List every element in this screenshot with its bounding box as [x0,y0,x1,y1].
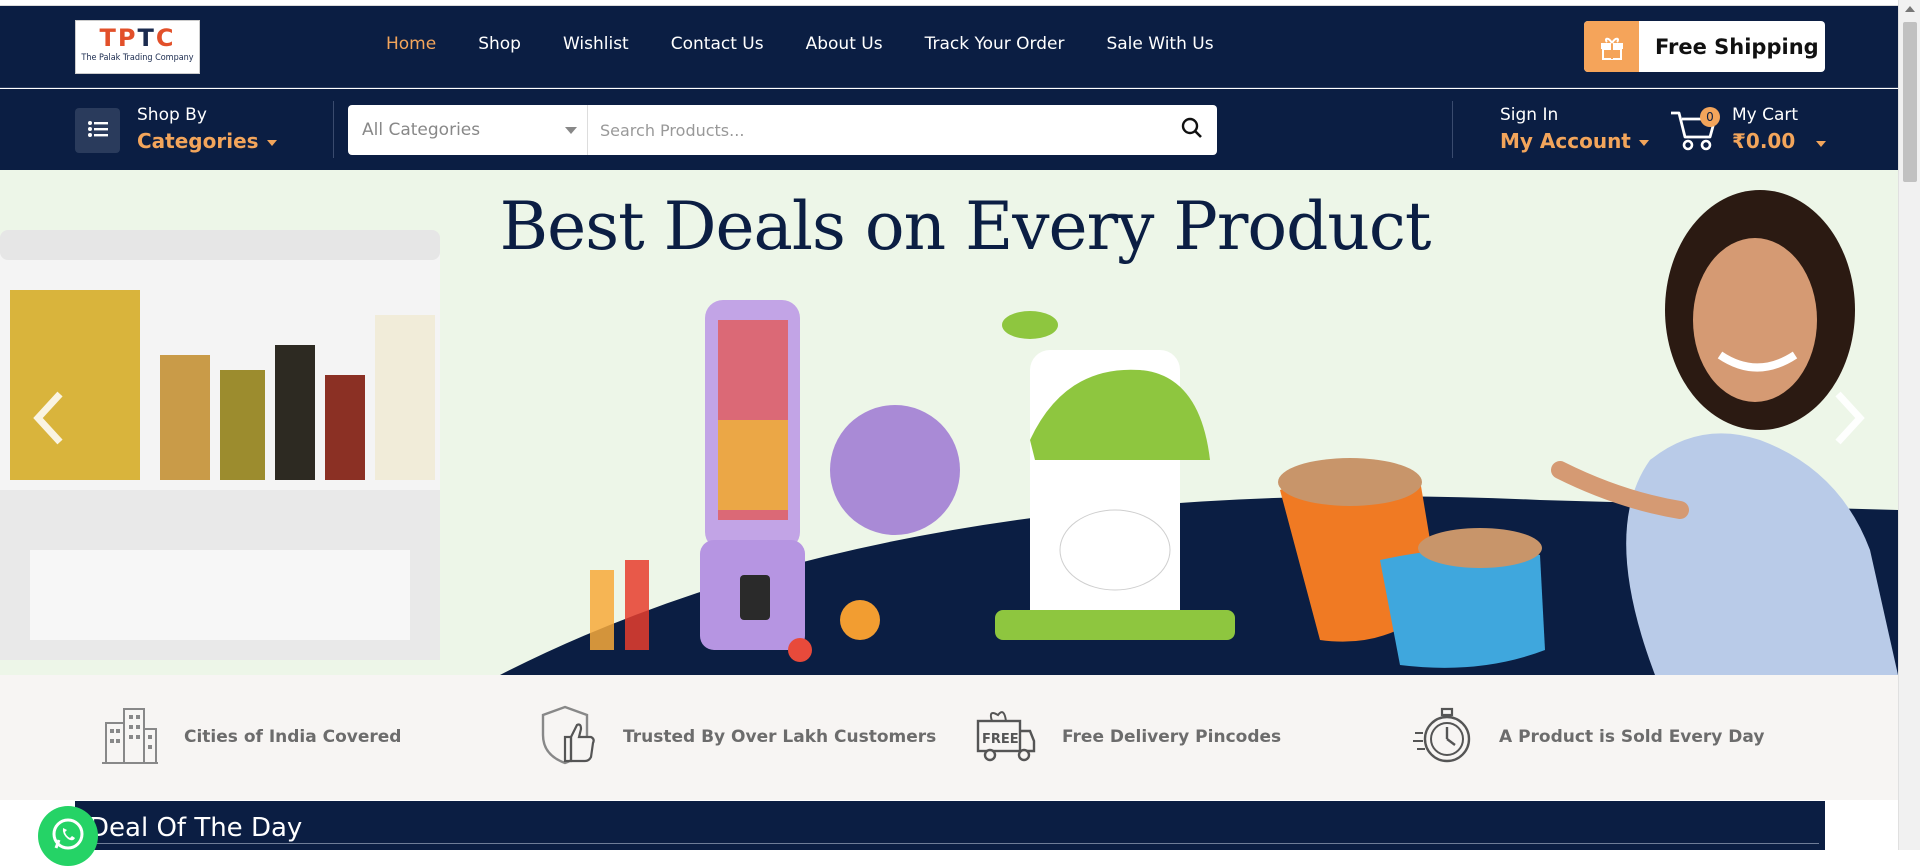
slider-prev-arrow[interactable] [30,388,70,448]
main-menu: Home Shop Wishlist Contact Us About Us T… [386,34,1256,54]
shop-by-label: Shop By [137,105,207,125]
caret-down-icon [565,127,577,134]
category-select[interactable]: All Categories [348,105,588,155]
divider [89,843,1819,844]
page-scrollbar[interactable] [1898,0,1920,850]
hero-slider: Best Deals on Every Product [0,170,1898,675]
svg-text:FREE: FREE [982,732,1019,747]
shield-thumbs-up-icon [537,703,599,771]
nav-contact-us[interactable]: Contact Us [671,34,764,54]
stat-label: Trusted By Over Lakh Customers [623,727,937,747]
cart-count-badge: 0 [1700,107,1720,127]
gift-icon [1584,21,1639,72]
my-account-label: My Account [1500,129,1631,153]
sign-in-label[interactable]: Sign In [1500,105,1558,125]
nav-sale-with-us[interactable]: Sale With Us [1106,34,1213,54]
categories-menu-button[interactable] [75,108,120,153]
search-button[interactable] [1167,105,1217,155]
nav-shop[interactable]: Shop [478,34,521,54]
divider [1452,101,1453,158]
deal-of-the-day-section: Deal Of The Day [75,801,1825,850]
stat-item: FREE Free Delivery Pincodes [974,703,1281,771]
stopwatch-icon [1411,703,1475,771]
nav-about-us[interactable]: About Us [806,34,883,54]
stat-item: A Product is Sold Every Day [1411,703,1764,771]
search-form: All Categories [348,105,1217,155]
stat-label: Cities of India Covered [184,727,402,747]
nav-home[interactable]: Home [386,34,436,54]
free-shipping-banner[interactable]: Free Shipping [1584,21,1825,72]
whatsapp-icon [50,816,86,856]
scroll-up-arrow-icon[interactable] [1905,6,1915,12]
divider [333,101,334,158]
list-icon [87,120,109,142]
stat-label: Free Delivery Pincodes [1062,727,1282,747]
free-shipping-label: Free Shipping [1655,34,1819,59]
buildings-icon [100,703,160,771]
my-cart-label[interactable]: My Cart [1732,105,1798,125]
nav-wishlist[interactable]: Wishlist [563,34,629,54]
categories-dropdown[interactable]: Categories [137,129,277,153]
caret-down-icon [1638,139,1649,146]
stat-label: A Product is Sold Every Day [1499,727,1765,747]
hero-headline: Best Deals on Every Product [499,188,1432,265]
stat-item: Trusted By Over Lakh Customers [537,703,936,771]
scrollbar-thumb[interactable] [1903,22,1917,182]
logo-mark: TPTC [99,24,176,52]
free-delivery-truck-icon: FREE [974,703,1038,771]
deal-of-the-day-title: Deal Of The Day [89,813,303,843]
main-header: TPTC The Palak Trading Company Home Shop… [0,6,1898,88]
my-account-dropdown[interactable]: My Account [1500,129,1649,153]
nav-track-order[interactable]: Track Your Order [925,34,1065,54]
site-logo[interactable]: TPTC The Palak Trading Company [75,20,200,74]
categories-label: Categories [137,129,259,153]
caret-down-icon[interactable] [1816,141,1826,147]
search-bar-row: Shop By Categories All Categories Sign I… [0,89,1898,170]
category-select-value: All Categories [362,120,481,140]
caret-down-icon [266,139,277,146]
stat-item: Cities of India Covered [100,703,401,771]
whatsapp-chat-button[interactable] [38,806,98,866]
search-icon [1181,117,1203,143]
trust-stats-bar: Cities of India Covered Trusted By Over … [0,675,1898,800]
search-input[interactable] [588,110,1167,150]
slider-next-arrow[interactable] [1828,388,1868,448]
logo-subtitle: The Palak Trading Company [81,53,194,63]
cart-total[interactable]: ₹0.00 [1732,129,1795,153]
